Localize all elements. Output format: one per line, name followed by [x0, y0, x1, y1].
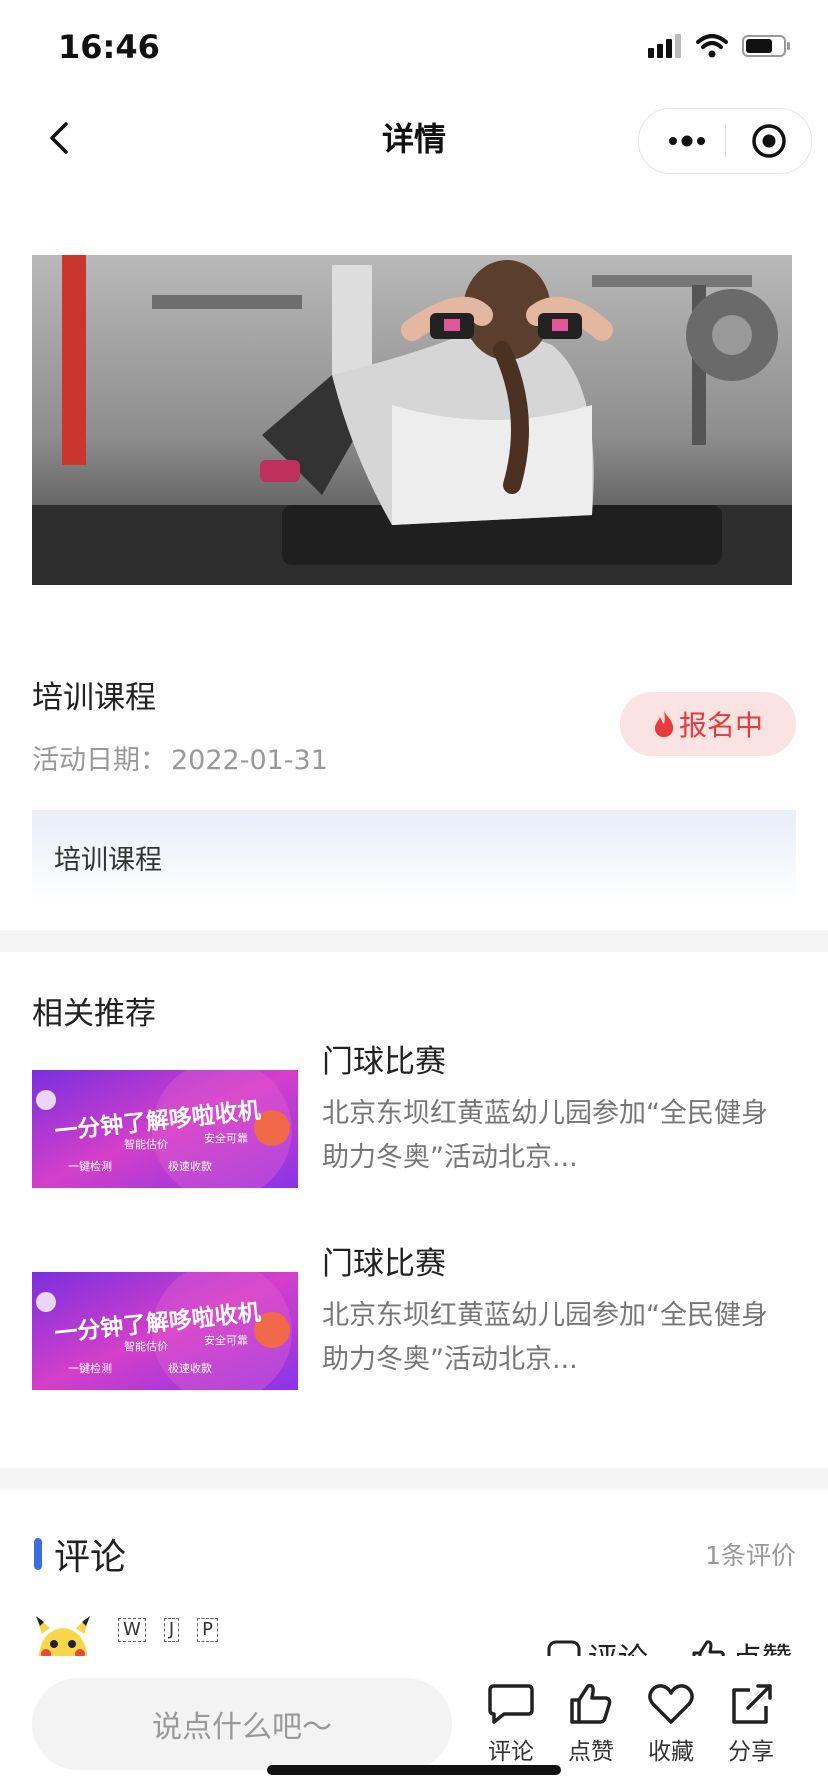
recommend-section-title: 相关推荐: [32, 996, 156, 1032]
battery-icon: [742, 35, 790, 57]
activity-title: 培训课程: [32, 680, 156, 716]
activity-description-box: 培训课程: [32, 810, 796, 902]
comments-count: 1条评价: [705, 1541, 796, 1570]
thumbs-up-icon: [570, 1683, 612, 1724]
share-icon: [732, 1684, 772, 1724]
home-indicator[interactable]: [267, 1765, 561, 1775]
recommend-item-description: 北京东坝红黄蓝幼儿园参加“全民健身 助力冬奥”活动北京...: [322, 1300, 768, 1375]
status-icons: [648, 34, 792, 58]
capsule-divider: [725, 125, 726, 157]
section-divider: [0, 930, 828, 952]
status-bar: 16:46: [0, 0, 828, 90]
close-target-icon[interactable]: [749, 121, 789, 161]
activity-date-label: 活动日期：: [32, 745, 167, 776]
recommend-item[interactable]: 一分钟了解哆啦收机 智能估价 安全可靠 一键检测 极速收款 门球比赛 北京东坝红…: [32, 1036, 812, 1196]
cellular-signal-icon: [648, 34, 681, 58]
status-time: 16:46: [58, 28, 160, 66]
thumb-tag: 极速收款: [168, 1159, 212, 1173]
comments-header: 评论 1条评价: [32, 1524, 796, 1580]
wifi-icon: [696, 34, 728, 58]
bottom-comment-button[interactable]: 评论: [476, 1682, 546, 1766]
comment-input[interactable]: 说点什么吧～: [32, 1678, 452, 1770]
more-dots-icon[interactable]: [667, 127, 707, 155]
bottom-share-button[interactable]: 分享: [716, 1682, 786, 1766]
bottom-share-label: 分享: [728, 1739, 774, 1765]
bottom-like-label: 点赞: [568, 1739, 614, 1765]
comment-item: W J P 评论 点赞: [32, 1612, 796, 1662]
name-glyph: P: [197, 1618, 218, 1642]
thumb-tag: 安全可靠: [204, 1131, 248, 1145]
activity-date: 活动日期： 2022-01-31: [32, 738, 328, 777]
bottom-favorite-label: 收藏: [648, 1739, 694, 1765]
navigation-bar: 详情: [0, 90, 828, 186]
thumb-tag: 智能估价: [124, 1137, 168, 1151]
recommend-item-title: 门球比赛: [322, 1044, 446, 1080]
heart-icon: [648, 1684, 694, 1724]
activity-date-value: 2022-01-31: [171, 745, 328, 776]
recommend-item-description: 北京东坝红黄蓝幼儿园参加“全民健身 助力冬奥”活动北京...: [322, 1098, 768, 1173]
fire-icon: [654, 711, 673, 737]
mini-program-capsule: [638, 108, 812, 174]
recommend-thumbnail: 一分钟了解哆啦收机 智能估价 安全可靠 一键检测 极速收款: [32, 1070, 298, 1188]
thumb-tag: 安全可靠: [204, 1333, 248, 1347]
bottom-like-button[interactable]: 点赞: [556, 1682, 626, 1766]
registration-status-badge[interactable]: 报名中: [620, 692, 796, 756]
thumb-tag: 一键检测: [68, 1361, 112, 1375]
recommend-item-title: 门球比赛: [322, 1246, 446, 1282]
name-glyph: J: [163, 1618, 180, 1642]
thumb-tag: 一键检测: [68, 1159, 112, 1173]
recommend-thumbnail: 一分钟了解哆啦收机 智能估价 安全可靠 一键检测 极速收款: [32, 1272, 298, 1390]
activity-description: 培训课程: [54, 845, 162, 876]
comments-title: 评论: [54, 1537, 127, 1578]
thumb-tag: 智能估价: [124, 1339, 168, 1353]
activity-cover-image: [32, 255, 792, 585]
section-divider: [0, 1468, 828, 1490]
bottom-comment-label: 评论: [488, 1739, 534, 1765]
bottom-favorite-button[interactable]: 收藏: [636, 1682, 706, 1766]
comment-icon: [488, 1684, 534, 1724]
commenter-name: W J P: [118, 1618, 218, 1642]
section-accent-bar: [34, 1538, 42, 1570]
thumb-tag: 极速收款: [168, 1361, 212, 1375]
status-badge-label: 报名中: [678, 709, 763, 742]
name-glyph: W: [118, 1618, 146, 1642]
recommend-item[interactable]: 一分钟了解哆啦收机 智能估价 安全可靠 一键检测 极速收款 门球比赛 北京东坝红…: [32, 1238, 812, 1398]
